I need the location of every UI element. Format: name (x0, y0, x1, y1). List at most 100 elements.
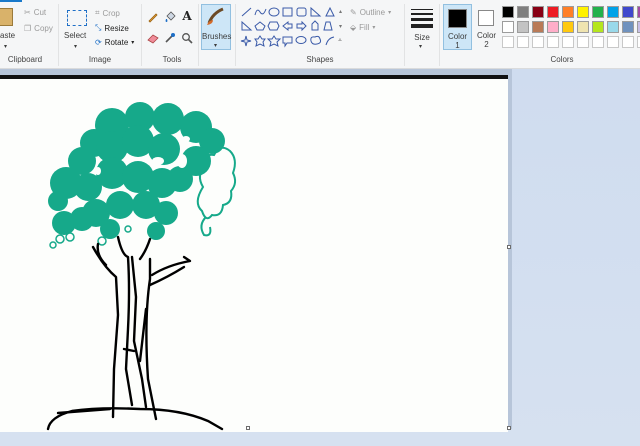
color-swatch[interactable] (532, 21, 544, 33)
color-swatch[interactable] (577, 6, 589, 18)
paste-button[interactable]: aste ▾ (0, 6, 16, 50)
crop-button[interactable]: ⌗ Crop (95, 8, 120, 18)
size-button[interactable]: Size ▾ (408, 6, 436, 52)
fill-button[interactable]: ⬙ Fill ▾ (350, 23, 375, 32)
color2-label-line1: Color (476, 31, 497, 40)
color-swatch[interactable] (547, 36, 559, 48)
color-swatch[interactable] (502, 21, 514, 33)
color-palette (502, 6, 640, 52)
copy-label: Copy (34, 24, 53, 33)
color2-label-line2: 2 (484, 40, 489, 49)
rotate-icon: ⟳ (95, 38, 102, 47)
color-swatch[interactable] (532, 6, 544, 18)
rotate-button[interactable]: ⟳ Rotate ▾ (95, 38, 134, 47)
tools-group-label: Tools (162, 55, 182, 64)
crop-icon: ⌗ (95, 8, 100, 17)
color-swatch[interactable] (622, 6, 634, 18)
color-swatch[interactable] (547, 6, 559, 18)
color-swatch[interactable] (607, 36, 619, 48)
color-swatch[interactable] (622, 36, 634, 48)
color-swatch[interactable] (517, 36, 529, 48)
color-swatch[interactable] (577, 21, 589, 33)
shapes-scroll-up-icon[interactable]: ▴ (339, 8, 342, 15)
color-swatch[interactable] (532, 36, 544, 48)
clipboard-group-label: Clipboard (7, 55, 43, 64)
fill-icon[interactable] (163, 10, 177, 24)
outline-label: Outline (359, 8, 386, 17)
color-swatch[interactable] (607, 6, 619, 18)
separator (235, 4, 236, 66)
pencil-icon[interactable] (146, 10, 160, 24)
color-swatch[interactable] (562, 21, 574, 33)
shapes-gallery[interactable] (240, 6, 342, 48)
resize-handle-corner[interactable] (507, 426, 511, 430)
color-swatch[interactable] (517, 21, 529, 33)
separator (404, 4, 405, 66)
rotate-label: Rotate (104, 38, 129, 47)
color1-label-line2: 1 (455, 41, 460, 50)
colors-group-label: Colors (550, 55, 574, 64)
color-swatch[interactable] (592, 36, 604, 48)
select-icon (67, 10, 87, 26)
outline-button[interactable]: ✎ Outline ▾ (350, 8, 391, 17)
tree-trunk (91, 235, 192, 421)
color-swatch[interactable] (622, 21, 634, 33)
color-swatch[interactable] (502, 6, 514, 18)
resize-handle-bottom[interactable] (246, 426, 250, 430)
text-icon[interactable]: A (180, 9, 194, 23)
outline-icon: ✎ (350, 8, 357, 17)
ground (46, 407, 224, 431)
crop-label: Crop (102, 8, 120, 18)
color1-button[interactable]: Color 1 (443, 4, 472, 50)
color-swatch[interactable] (592, 6, 604, 18)
color-swatch[interactable] (502, 36, 514, 48)
chevron-down-icon: ▾ (388, 10, 392, 16)
cut-label: Cut (33, 8, 47, 17)
size-label: Size (414, 33, 430, 42)
image-group-label: Image (88, 55, 112, 64)
shapes-more-icon[interactable]: ⩡ (338, 37, 342, 45)
separator (141, 4, 142, 66)
drawing-canvas[interactable] (0, 75, 508, 432)
shape-fill-icon: ⬙ (350, 23, 357, 32)
chevron-down-icon: ▾ (131, 40, 135, 46)
size-icon (411, 9, 433, 28)
copy-button[interactable]: ❐ Copy (24, 24, 53, 33)
separator (198, 4, 199, 66)
resize-handle-right[interactable] (507, 245, 511, 249)
separator (58, 4, 59, 66)
select-button[interactable]: Select ▾ (64, 6, 90, 50)
chevron-down-icon: ▾ (372, 25, 376, 31)
magnifier-icon[interactable] (180, 31, 194, 45)
color1-swatch (448, 9, 467, 28)
color-swatch[interactable] (577, 36, 589, 48)
copy-icon: ❐ (24, 24, 32, 33)
color1-label-line1: Color (447, 32, 468, 41)
resize-icon: ⤡ (95, 23, 102, 32)
color-swatch[interactable] (592, 21, 604, 33)
shapes-scroll-down-icon[interactable]: ▾ (339, 23, 342, 30)
cut-button[interactable]: ✂ Cut (24, 8, 46, 17)
filled-foliage (48, 102, 225, 240)
brushes-button[interactable]: Brushes ▾ (201, 4, 231, 50)
chevron-down-icon: ▾ (419, 44, 423, 50)
eraser-icon[interactable] (146, 31, 160, 45)
select-label: Select (64, 31, 87, 40)
chevron-down-icon: ▾ (4, 44, 8, 50)
resize-button[interactable]: ⤡ Resize (95, 23, 129, 33)
color-swatch[interactable] (607, 21, 619, 33)
color2-button[interactable]: Color 2 (474, 4, 499, 50)
separator (439, 4, 440, 66)
scissors-icon: ✂ (24, 8, 31, 17)
chevron-down-icon: ▾ (74, 44, 78, 50)
color-swatch[interactable] (562, 6, 574, 18)
workspace (0, 69, 640, 446)
tree-drawing (46, 102, 237, 431)
color-swatch[interactable] (517, 6, 529, 18)
color-swatch[interactable] (547, 21, 559, 33)
fill-label: Fill (359, 23, 370, 32)
brush-icon (207, 7, 224, 25)
color-swatch[interactable] (562, 36, 574, 48)
chevron-down-icon: ▾ (214, 43, 218, 49)
color-picker-icon[interactable] (163, 31, 177, 45)
